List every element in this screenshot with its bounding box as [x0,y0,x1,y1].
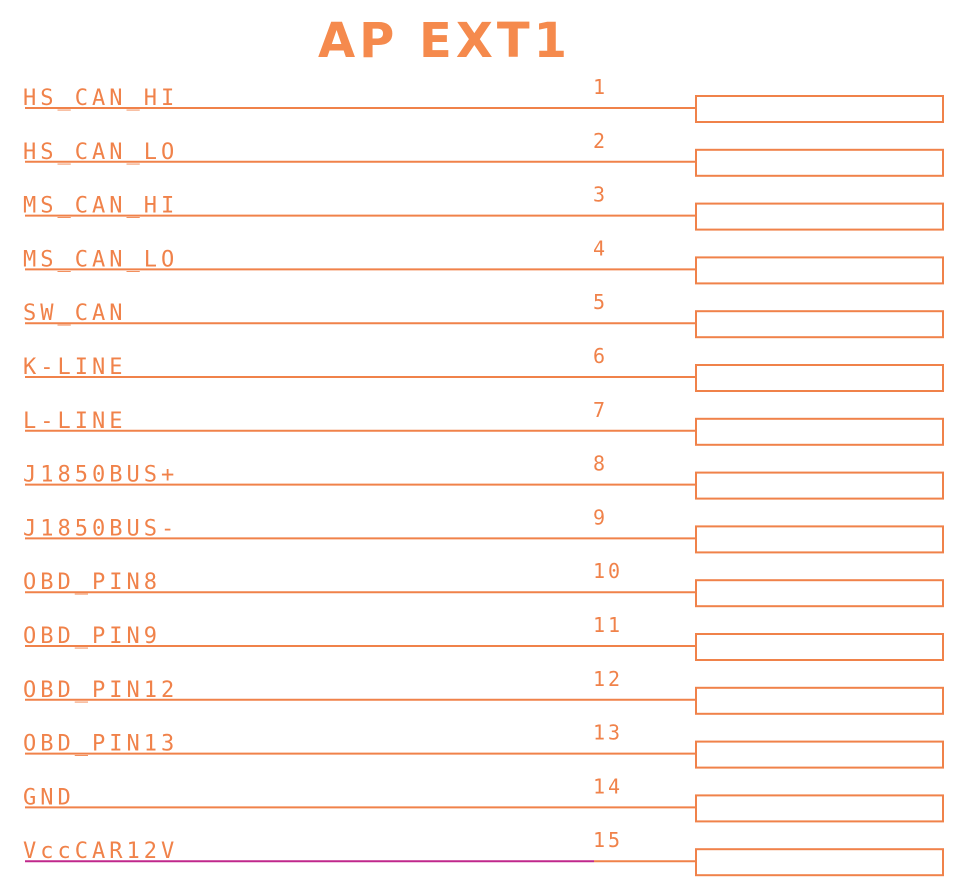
connector-pin-box [695,848,944,877]
pin-number: 8 [593,452,608,476]
connector-pin-box [695,95,944,123]
pin-number: 9 [593,505,608,529]
connector-pin-box [695,794,944,823]
connector-pin-box [695,633,944,661]
pin-row: J1850BUS- 9 [23,505,944,554]
schematic-canvas: AP EXT1 HS_CAN_HI 1 HS_CAN_LO 2 MS_CAN_HI 3 MS… [23,13,944,877]
pin-row: VccCAR12V 15 [23,828,944,877]
connector-pin-box [695,525,944,554]
connector-pin-box [695,310,944,339]
connector-pin-box [695,686,944,715]
pin-row: HS_CAN_HI 1 [23,75,944,123]
pin-number: 3 [593,183,608,207]
connector-pin-box [695,364,944,392]
pin-number: 11 [593,613,623,637]
connector-pin-box [695,256,944,285]
connector-pin-box [695,202,944,231]
pin-row: OBD_PIN13 13 [23,721,944,769]
pin-number: 6 [593,344,608,368]
pin-number: 4 [593,236,608,260]
pin-row: OBD_PIN9 11 [23,613,944,661]
pin-row: MS_CAN_LO 4 [23,236,944,285]
pin-row: K-LINE 6 [23,344,944,392]
connector-pin-box [695,579,944,608]
connector-pin-box [695,740,944,769]
pin-number: 12 [593,667,623,691]
connector-pin-box [695,417,944,446]
pin-row: J1850BUS+ 8 [23,452,944,500]
pin-row: L-LINE 7 [23,398,944,446]
pin-number: 5 [593,290,608,314]
pin-row: SW_CAN 5 [23,290,944,339]
pin-number: 15 [593,828,623,852]
pin-number: 1 [593,75,608,99]
pin-row: HS_CAN_LO 2 [23,129,944,177]
connector-pin-box [695,471,944,500]
pin-number: 2 [593,129,608,153]
pin-row: OBD_PIN8 10 [23,559,944,608]
pin-rows: HS_CAN_HI 1 HS_CAN_LO 2 MS_CAN_HI 3 MS_CAN_LO 4… [23,75,944,877]
pin-number: 7 [593,398,608,422]
pin-number: 14 [593,774,623,798]
connector-pin-box [695,148,944,177]
pin-number: 10 [593,559,623,583]
pin-row: OBD_PIN12 12 [23,667,944,715]
connector-title: AP EXT1 [318,13,571,69]
pin-row: MS_CAN_HI 3 [23,183,944,231]
pin-row: GND 14 [23,774,944,823]
pin-number: 13 [593,721,623,745]
